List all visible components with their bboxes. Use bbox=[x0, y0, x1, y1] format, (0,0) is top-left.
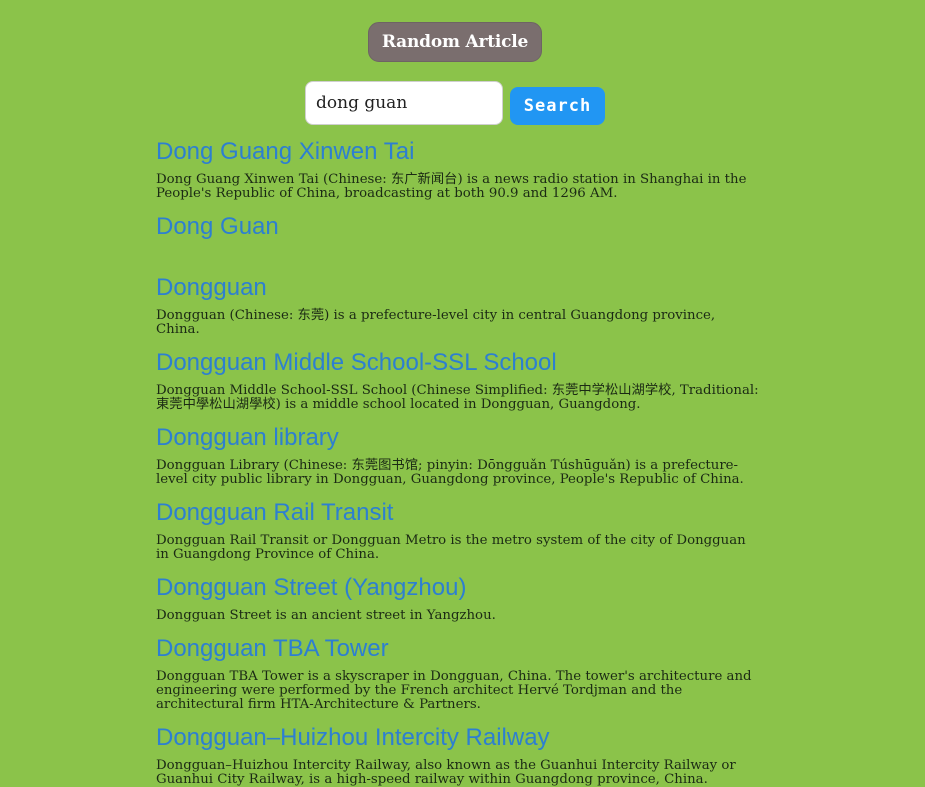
search-results-list: Dong Guang Xinwen Tai Dong Guang Xinwen … bbox=[156, 138, 761, 787]
search-result-snippet: Dongguan–Huizhou Intercity Railway, also… bbox=[156, 758, 736, 787]
search-result-snippet: Dong Guang Xinwen Tai (Chinese: 东广新闻台) i… bbox=[156, 172, 747, 201]
search-result-item: Dongguan Dongguan (Chinese: 东莞) is a pre… bbox=[156, 274, 761, 337]
search-result-title-link[interactable]: Dongguan library bbox=[156, 424, 761, 452]
search-result-title-link[interactable]: Dongguan Middle School-SSL School bbox=[156, 349, 761, 377]
search-bar: Search bbox=[305, 81, 625, 127]
search-input[interactable] bbox=[305, 81, 503, 125]
search-result-item: Dong Guan bbox=[156, 213, 761, 262]
search-result-title-link[interactable]: Dongguan Street (Yangzhou) bbox=[156, 574, 761, 602]
search-result-snippet: Dongguan (Chinese: 东莞) is a prefecture-l… bbox=[156, 308, 716, 337]
random-article-button[interactable]: Random Article bbox=[367, 22, 543, 62]
search-result-item: Dong Guang Xinwen Tai Dong Guang Xinwen … bbox=[156, 138, 761, 201]
search-result-item: Dongguan TBA Tower Dongguan TBA Tower is… bbox=[156, 635, 761, 712]
search-result-title-link[interactable]: Dong Guang Xinwen Tai bbox=[156, 138, 761, 166]
search-result-snippet: Dongguan TBA Tower is a skyscraper in Do… bbox=[156, 669, 752, 712]
search-result-snippet bbox=[156, 248, 761, 262]
search-result-snippet: Dongguan Rail Transit or Dongguan Metro … bbox=[156, 533, 746, 562]
search-result-snippet: Dongguan Library (Chinese: 东莞图书馆; pinyin… bbox=[156, 458, 744, 487]
search-result-title-link[interactable]: Dongguan Rail Transit bbox=[156, 499, 761, 527]
search-result-item: Dongguan library Dongguan Library (Chine… bbox=[156, 424, 761, 487]
search-button[interactable]: Search bbox=[510, 87, 605, 125]
search-result-item: Dongguan Middle School-SSL School Donggu… bbox=[156, 349, 761, 412]
search-result-snippet: Dongguan Middle School-SSL School (Chine… bbox=[156, 383, 759, 412]
search-result-snippet: Dongguan Street is an ancient street in … bbox=[156, 608, 496, 623]
top-bar: Random Article bbox=[0, 22, 910, 62]
search-result-title-link[interactable]: Dongguan bbox=[156, 274, 761, 302]
search-result-title-link[interactable]: Dongguan TBA Tower bbox=[156, 635, 761, 663]
search-result-title-link[interactable]: Dong Guan bbox=[156, 213, 761, 241]
search-result-item: Dongguan Street (Yangzhou) Dongguan Stre… bbox=[156, 574, 761, 623]
search-result-item: Dongguan–Huizhou Intercity Railway Dongg… bbox=[156, 724, 761, 787]
search-result-item: Dongguan Rail Transit Dongguan Rail Tran… bbox=[156, 499, 761, 562]
search-result-title-link[interactable]: Dongguan–Huizhou Intercity Railway bbox=[156, 724, 761, 752]
